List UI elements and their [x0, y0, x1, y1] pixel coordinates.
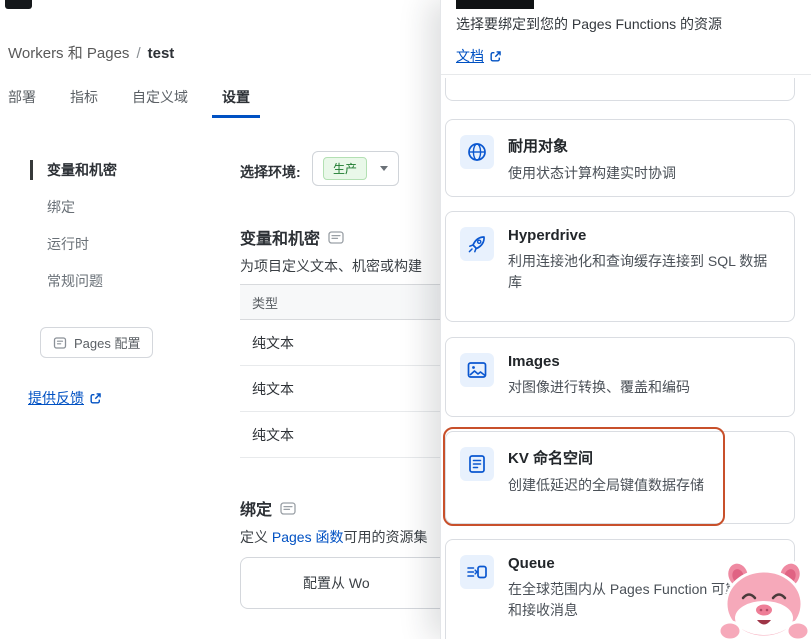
- pages-config-label: Pages 配置: [74, 333, 140, 352]
- subnav-item-variables-secrets[interactable]: 变量和机密: [30, 152, 210, 189]
- image-icon: [460, 353, 494, 387]
- resource-card-hyperdrive[interactable]: Hyperdrive 利用连接池化和查询缓存连接到 SQL 数据库: [445, 211, 795, 322]
- variables-section-title: 变量和机密: [240, 225, 320, 249]
- tab-custom-domains[interactable]: 自定义域: [132, 87, 188, 118]
- resource-card-desc: 使用状态计算构建实时协调: [508, 163, 676, 184]
- breadcrumb-workers-pages-link[interactable]: Workers 和 Pages: [8, 42, 129, 63]
- chevron-down-icon: [380, 166, 388, 171]
- variables-section-description: 为项目定义文本、机密或构建: [240, 256, 422, 276]
- feedback-link[interactable]: 提供反馈: [28, 388, 102, 408]
- docs-link-label: 文档: [456, 46, 484, 66]
- subnav-item-general[interactable]: 常规问题: [30, 263, 210, 300]
- resource-card-title: Images: [508, 353, 690, 370]
- docs-chip-icon: [328, 231, 344, 244]
- tab-settings[interactable]: 设置: [212, 87, 260, 118]
- breadcrumb-current-project: test: [148, 45, 175, 62]
- add-binding-panel: 选择要绑定到您的 Pages Functions 的资源 文档 耐用对象 使用状…: [440, 0, 811, 639]
- rocket-icon: [460, 227, 494, 261]
- bindings-section-title-row: 绑定: [240, 496, 296, 520]
- bindings-section-title: 绑定: [240, 496, 272, 520]
- panel-subtitle: 选择要绑定到您的 Pages Functions 的资源: [456, 14, 796, 34]
- pages-config-button[interactable]: Pages 配置: [40, 327, 153, 358]
- subnav-item-runtime[interactable]: 运行时: [30, 226, 210, 263]
- breadcrumb-separator: /: [136, 45, 140, 62]
- resource-card-title: 耐用对象: [508, 135, 676, 156]
- resource-card-desc: 创建低延迟的全局键值数据存储: [508, 475, 704, 496]
- environment-label: 选择环境:: [240, 162, 301, 182]
- globe-icon: [460, 135, 494, 169]
- environment-value-badge: 生产: [323, 157, 367, 180]
- bindings-desc-suffix: 可用的资源集: [343, 529, 427, 545]
- resource-card-durable-objects[interactable]: 耐用对象 使用状态计算构建实时协调: [445, 119, 795, 197]
- queue-icon: [460, 555, 494, 589]
- breadcrumb: Workers 和 Pages / test: [8, 42, 174, 63]
- resource-card-images[interactable]: Images 对图像进行转换、覆盖和编码: [445, 337, 795, 417]
- pig-mascot: [718, 560, 810, 639]
- resource-card-clipped[interactable]: [445, 78, 795, 101]
- cloudflare-pages-settings-page: Workers 和 Pages / test 部署 指标 自定义域 设置 变量和…: [0, 0, 811, 639]
- tab-deployments[interactable]: 部署: [8, 87, 36, 118]
- docs-link[interactable]: 文档: [456, 46, 502, 66]
- resource-card-kv-namespace[interactable]: KV 命名空间 创建低延迟的全局键值数据存储: [445, 431, 795, 524]
- pages-functions-link[interactable]: Pages 函数: [272, 529, 344, 545]
- resource-card-title: Hyperdrive: [508, 227, 780, 244]
- project-tabs: 部署 指标 自定义域 设置: [8, 87, 250, 118]
- feedback-label: 提供反馈: [28, 388, 84, 408]
- bindings-section-description: 定义 Pages 函数可用的资源集: [240, 527, 427, 547]
- subnav-item-bindings[interactable]: 绑定: [30, 189, 210, 226]
- docs-chip-icon: [280, 502, 296, 515]
- external-link-icon: [489, 50, 502, 63]
- resource-card-title: KV 命名空间: [508, 447, 704, 468]
- tab-metrics[interactable]: 指标: [70, 87, 98, 118]
- resource-card-desc: 对图像进行转换、覆盖和编码: [508, 377, 690, 398]
- bindings-desc-prefix: 定义: [240, 529, 272, 545]
- external-link-icon: [89, 392, 102, 405]
- settings-subnav: 变量和机密 绑定 运行时 常规问题: [30, 152, 210, 300]
- resource-card-desc: 利用连接池化和查询缓存连接到 SQL 数据库: [508, 251, 780, 293]
- configure-migration-button[interactable]: 配置从 Wo: [240, 557, 472, 609]
- panel-divider: [441, 74, 811, 75]
- clipped-top-element: [5, 0, 32, 9]
- redacted-panel-title: [456, 0, 534, 9]
- environment-select[interactable]: 生产: [312, 151, 399, 186]
- kv-list-icon: [460, 447, 494, 481]
- variables-section-title-row: 变量和机密: [240, 225, 344, 249]
- pages-config-icon: [53, 336, 67, 350]
